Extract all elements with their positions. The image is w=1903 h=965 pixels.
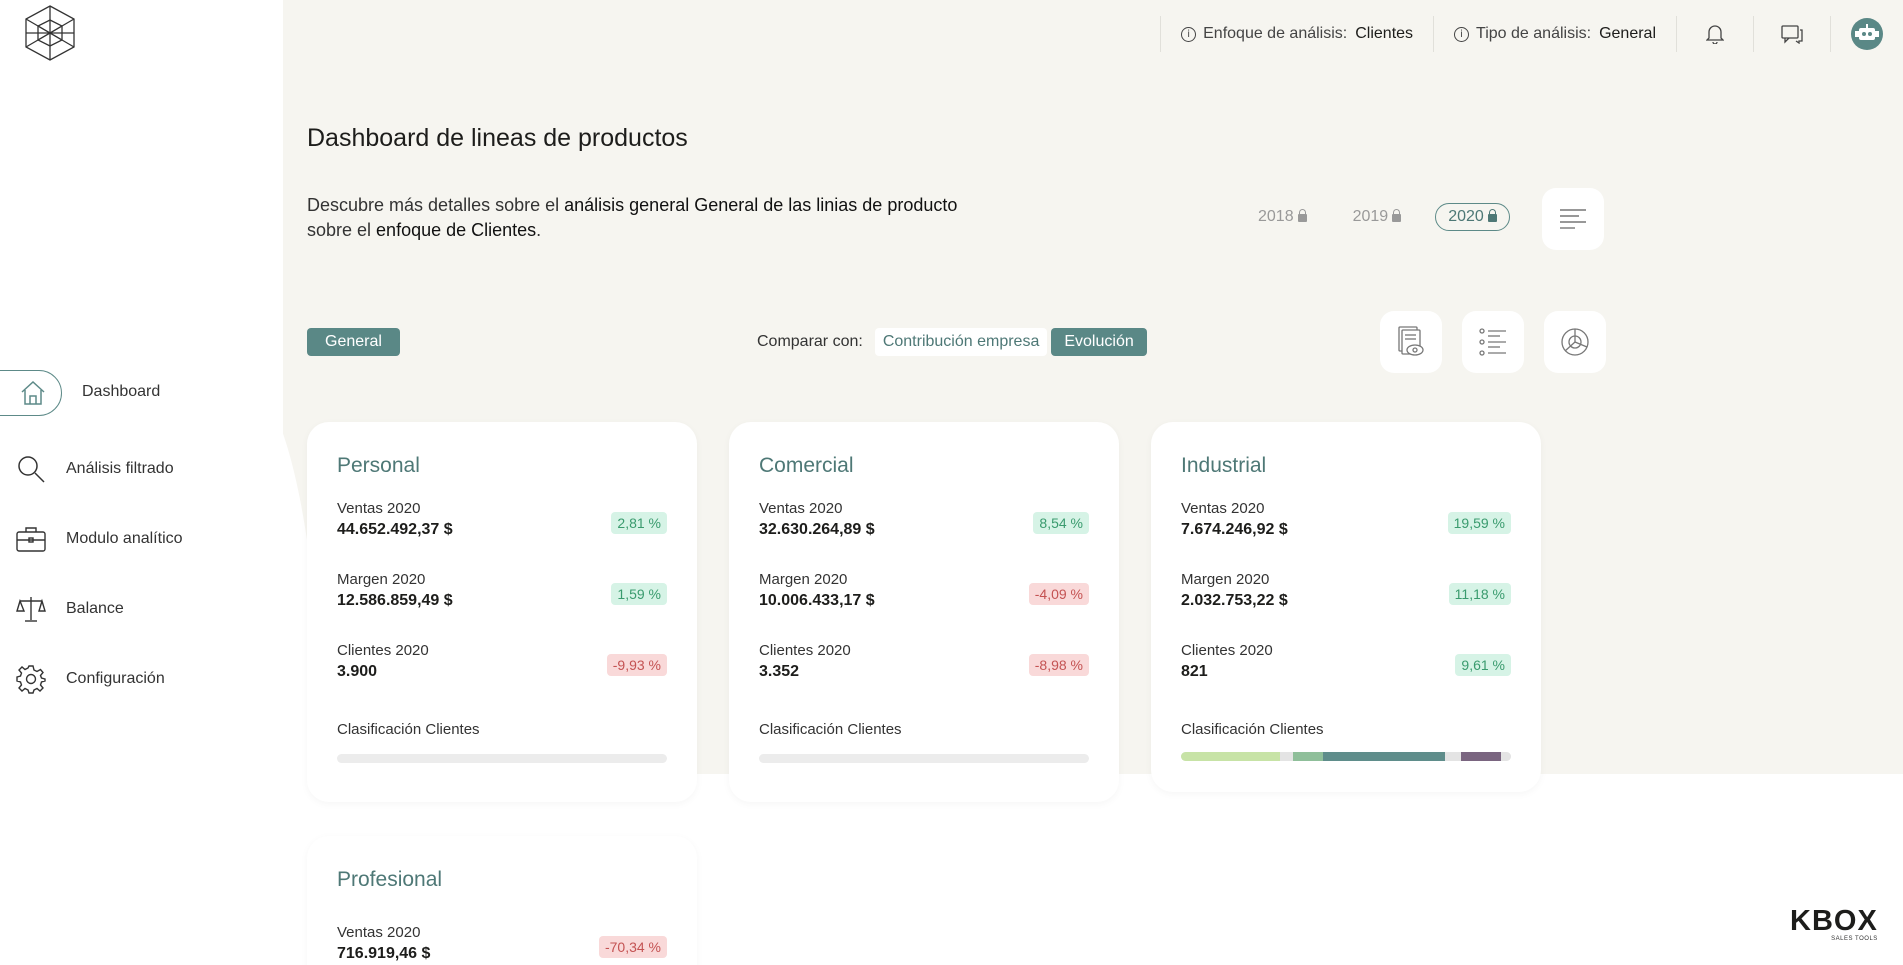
text-align-icon (1560, 209, 1586, 229)
sales-metric: Ventas 2020 32.630.264,89 $ 8,54 % (759, 500, 1089, 548)
analysis-type-value: General (1599, 25, 1656, 42)
sidebar-item-label: Dashboard (82, 383, 161, 400)
change-badge: 2,81 % (611, 512, 667, 534)
analysis-focus-value: Clientes (1355, 25, 1414, 42)
classification-bar (337, 754, 667, 763)
sales-metric: Ventas 2020 7.674.246,92 $ 19,59 % (1181, 500, 1511, 548)
lock-icon (1487, 209, 1497, 222)
card-title: Industrial (1181, 454, 1267, 477)
document-eye-icon (1398, 326, 1424, 356)
compare-evolution-option[interactable]: Evolución (1051, 328, 1147, 356)
product-line-card-industrial[interactable]: Industrial Ventas 2020 7.674.246,92 $ 19… (1151, 422, 1541, 792)
brand-logo: KBOX SALES TOOLS (1790, 905, 1878, 942)
classification-segment (1501, 752, 1511, 761)
scale-icon (16, 594, 46, 624)
pie-chart-icon (1561, 328, 1589, 356)
change-badge: 9,61 % (1455, 654, 1511, 676)
page-description: Descubre más detalles sobre el análisis … (307, 195, 958, 240)
divider (1830, 16, 1831, 52)
classification-bar (759, 754, 1089, 763)
clients-metric: Clientes 2020 3.352 -8,98 % (759, 642, 1089, 690)
change-badge: -70,34 % (598, 936, 667, 958)
product-line-card-personal[interactable]: Personal Ventas 2020 44.652.492,37 $ 2,8… (307, 422, 697, 802)
sidebar-item-label: Balance (66, 600, 124, 617)
messages-button[interactable] (1754, 14, 1830, 54)
lock-icon (1297, 209, 1307, 222)
classification-label: Clasificación Clientes (337, 721, 480, 738)
year-selector: 2018 2019 2020 (1246, 203, 1510, 231)
analysis-type-label: Tipo de análisis: (1476, 25, 1592, 42)
margin-metric: Margen 2020 12.586.859,49 $ 1,59 % (337, 571, 667, 619)
change-badge: 19,59 % (1447, 512, 1511, 534)
info-icon: i (1181, 26, 1197, 42)
classification-segment (1280, 752, 1294, 761)
list-view-button[interactable] (1462, 311, 1524, 373)
sidebar-item-configuration[interactable]: Configuración (0, 644, 283, 714)
gear-icon (16, 664, 46, 694)
sidebar-item-analytic-module[interactable]: Modulo analítico (0, 504, 283, 574)
year-2019[interactable]: 2019 (1341, 204, 1414, 230)
year-2020[interactable]: 2020 (1435, 203, 1510, 231)
sidebar-item-label: Configuración (66, 670, 165, 687)
compare-contribution-option[interactable]: Contribución empresa (874, 328, 1048, 356)
sidebar-item-balance[interactable]: Balance (0, 574, 283, 644)
sidebar-item-filtered-analysis[interactable]: Análisis filtrado (0, 434, 283, 504)
classification-segment (1181, 752, 1280, 761)
list-icon (1479, 328, 1506, 356)
lock-icon (1392, 209, 1402, 222)
sales-metric: Ventas 2020 44.652.492,37 $ 2,81 % (337, 500, 667, 548)
sales-metric: Ventas 2020 716.919,46 $ -70,34 % (337, 924, 667, 965)
chat-icon (1781, 25, 1803, 44)
notifications-button[interactable] (1677, 14, 1753, 54)
product-line-card-profesional[interactable]: Profesional Ventas 2020 716.919,46 $ -70… (307, 836, 697, 965)
sidebar-item-label: Modulo analítico (66, 530, 183, 547)
card-title: Personal (337, 454, 420, 477)
sort-menu-button[interactable] (1542, 188, 1604, 250)
sidebar-item-label: Análisis filtrado (66, 460, 174, 477)
change-badge: 1,59 % (611, 583, 667, 605)
change-badge: -8,98 % (1028, 654, 1089, 676)
classification-segment (1461, 752, 1502, 761)
sidebar-item-dashboard[interactable]: Dashboard (0, 370, 283, 416)
change-badge: -9,93 % (606, 654, 667, 676)
change-badge: 8,54 % (1033, 512, 1089, 534)
compare-label: Comparar con: (757, 333, 863, 350)
app-logo-icon[interactable] (24, 4, 76, 62)
search-icon (16, 454, 46, 484)
margin-metric: Margen 2020 2.032.753,22 $ 11,18 % (1181, 571, 1511, 619)
sidebar: Dashboard Análisis filtrado Modulo analí… (0, 0, 283, 965)
classification-segment (1322, 752, 1445, 761)
general-filter-chip[interactable]: General (307, 328, 400, 356)
compare-selector: Comparar con: Contribución empresa Evolu… (757, 328, 1151, 356)
change-badge: 11,18 % (1448, 583, 1511, 605)
change-badge: -4,09 % (1028, 583, 1089, 605)
classification-bar (1181, 752, 1511, 761)
card-title: Profesional (337, 868, 443, 891)
classification-segment (1293, 752, 1323, 761)
product-line-card-comercial[interactable]: Comercial Ventas 2020 32.630.264,89 $ 8,… (729, 422, 1119, 802)
bell-icon (1706, 25, 1724, 44)
analysis-focus-selector[interactable]: i Enfoque de análisis: Clientes (1161, 14, 1433, 54)
briefcase-icon (16, 524, 46, 554)
analysis-focus-label: Enfoque de análisis: (1203, 25, 1348, 42)
home-icon (18, 378, 48, 408)
chart-view-button[interactable] (1544, 311, 1606, 373)
avatar-robot-icon (1855, 24, 1879, 40)
classification-label: Clasificación Clientes (759, 721, 902, 738)
report-view-button[interactable] (1380, 311, 1442, 373)
classification-segment (1444, 752, 1462, 761)
sidebar-nav: Dashboard Análisis filtrado Modulo analí… (0, 370, 283, 714)
margin-metric: Margen 2020 10.006.433,17 $ -4,09 % (759, 571, 1089, 619)
info-icon: i (1454, 26, 1470, 42)
clients-metric: Clientes 2020 821 9,61 % (1181, 642, 1511, 690)
page-title: Dashboard de lineas de productos (307, 124, 688, 152)
year-2018[interactable]: 2018 (1246, 204, 1319, 230)
top-bar: i Enfoque de análisis: Clientes i Tipo d… (1160, 14, 1903, 54)
avatar[interactable] (1851, 18, 1883, 50)
classification-label: Clasificación Clientes (1181, 721, 1324, 738)
card-title: Comercial (759, 454, 854, 477)
clients-metric: Clientes 2020 3.900 -9,93 % (337, 642, 667, 690)
analysis-type-selector[interactable]: i Tipo de análisis: General (1434, 14, 1676, 54)
